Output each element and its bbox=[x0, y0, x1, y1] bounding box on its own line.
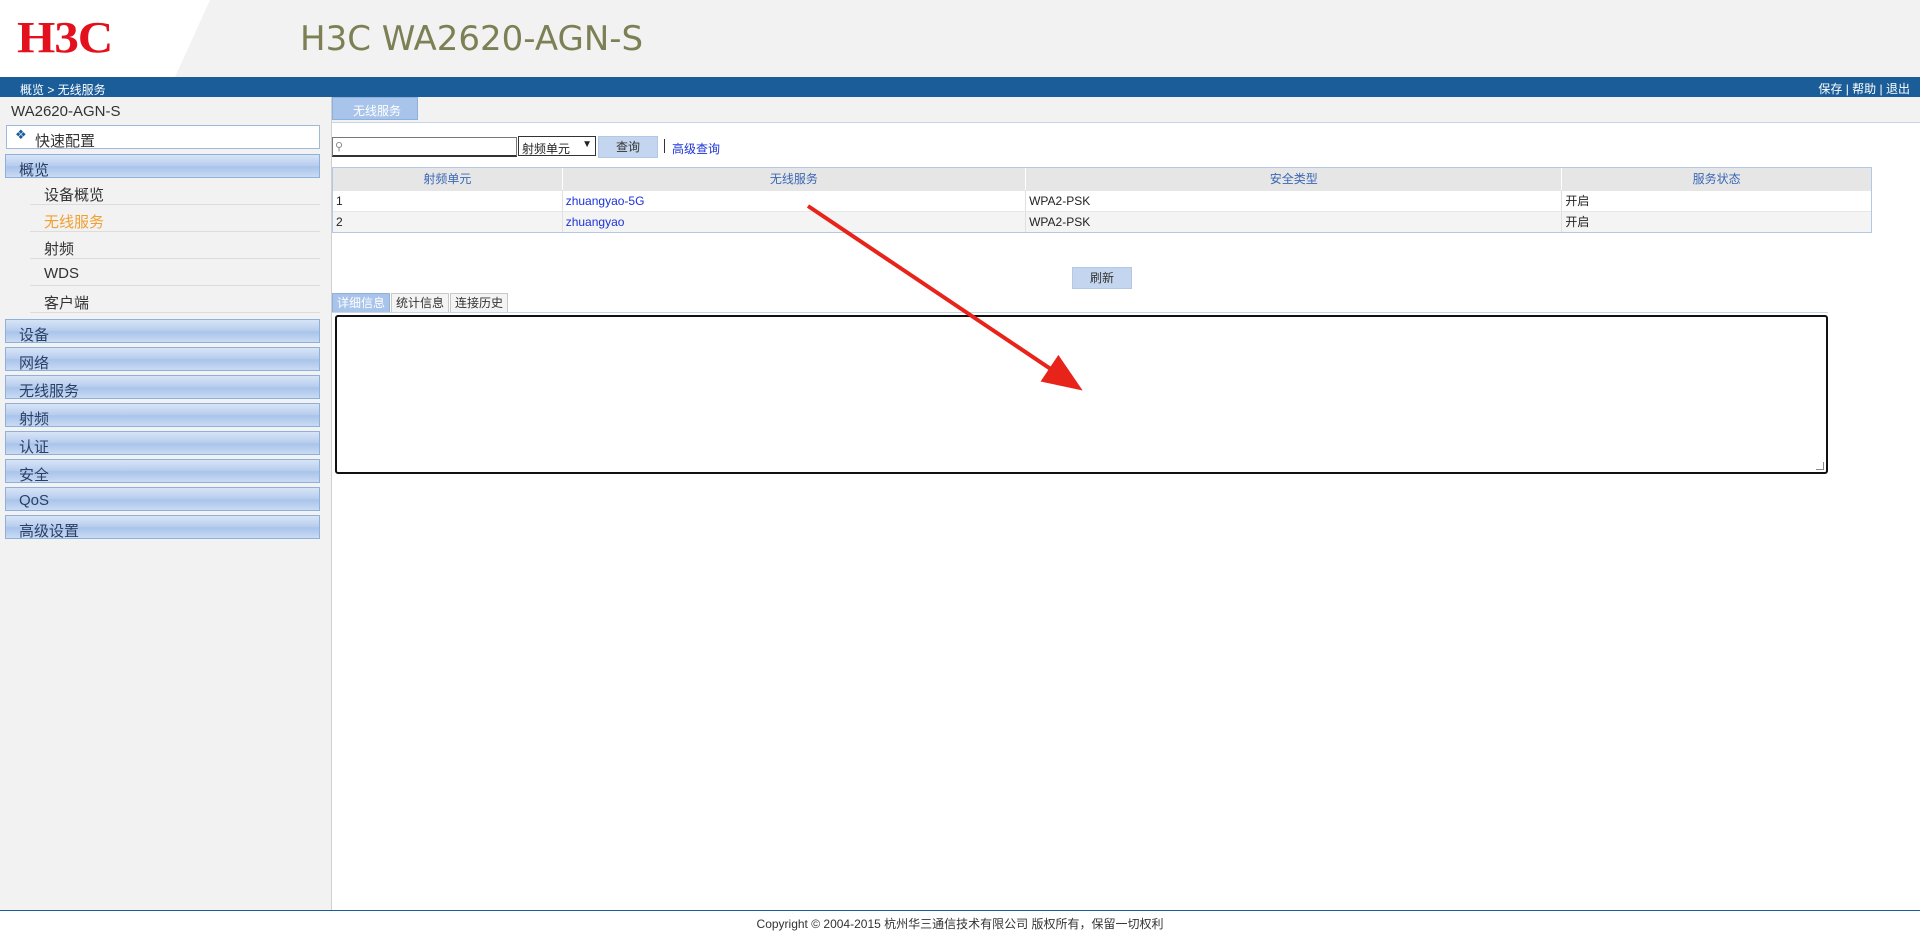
sidebar-section-device[interactable]: 设备 bbox=[5, 319, 320, 344]
search-input[interactable] bbox=[349, 139, 514, 155]
cell-status: 开启 bbox=[1565, 194, 1590, 208]
sidebar-item-label: 无线服务 bbox=[44, 214, 105, 231]
sidebar-section-label: 射频 bbox=[19, 411, 50, 428]
wireless-service-table: 射频单元 无线服务 安全类型 服务状态 1 zhuangyao-5G WPA2-… bbox=[332, 167, 1872, 233]
resize-grip-icon[interactable] bbox=[1816, 462, 1824, 470]
cell-status: 开启 bbox=[1565, 215, 1590, 229]
divider bbox=[332, 312, 1828, 313]
sidebar-item-label: 客户端 bbox=[44, 295, 90, 312]
sidebar-section-network[interactable]: 网络 bbox=[5, 347, 320, 372]
advanced-query-link[interactable]: 高级查询 bbox=[672, 140, 720, 157]
sidebar-section-advanced[interactable]: 高级设置 bbox=[5, 515, 320, 540]
table-row[interactable]: 2 zhuangyao WPA2-PSK 开启 bbox=[333, 211, 1871, 232]
diamond-icon: ❖ bbox=[15, 127, 27, 142]
cell-ssid-link[interactable]: zhuangyao bbox=[563, 212, 1027, 232]
tab-statistics[interactable]: 统计信息 bbox=[391, 293, 450, 313]
table-header: 射频单元 无线服务 安全类型 服务状态 bbox=[333, 168, 1871, 190]
logout-link[interactable]: 退出 bbox=[1886, 82, 1910, 96]
column-header-ssid[interactable]: 无线服务 bbox=[563, 168, 1027, 190]
tab-connection-history[interactable]: 连接历史 bbox=[450, 293, 509, 313]
quick-config-button[interactable]: ❖ 快速配置 bbox=[6, 125, 320, 150]
sidebar-item-label: 射频 bbox=[44, 241, 75, 258]
sidebar-section-label: 概览 bbox=[19, 162, 50, 179]
cell-radio: 2 bbox=[333, 212, 563, 232]
query-button[interactable]: 查询 bbox=[598, 136, 658, 158]
cell-radio: 1 bbox=[333, 191, 563, 211]
tab-strip: 无线服务 bbox=[332, 97, 1920, 123]
column-header-security[interactable]: 安全类型 bbox=[1026, 168, 1563, 190]
sidebar-item-wds[interactable]: WDS bbox=[30, 260, 320, 286]
sidebar-section-label: 设备 bbox=[19, 327, 50, 344]
link-separator: | bbox=[1879, 82, 1883, 96]
header: H3C H3C WA2620-AGN-S bbox=[0, 0, 1920, 77]
sidebar-item-wireless-service[interactable]: 无线服务 bbox=[30, 206, 320, 232]
page: H3C H3C WA2620-AGN-S 概览 > 无线服务 保存 | 帮助 |… bbox=[0, 0, 1920, 937]
breadcrumb: 概览 > 无线服务 bbox=[20, 83, 106, 97]
detail-tabs: 详细信息 统计信息 连接历史 bbox=[332, 293, 509, 313]
sidebar-section-qos[interactable]: QoS bbox=[5, 487, 320, 511]
tab-wireless-service[interactable]: 无线服务 bbox=[332, 97, 418, 120]
cell-security: WPA2-PSK bbox=[1026, 212, 1563, 232]
sidebar-section-label: QoS bbox=[19, 492, 50, 509]
field-select[interactable]: 射频单元 ▼ bbox=[518, 136, 596, 156]
sidebar: WA2620-AGN-S ❖ 快速配置 概览 设备概览 无线服务 射频 WDS … bbox=[0, 97, 332, 910]
table-row[interactable]: 1 zhuangyao-5G WPA2-PSK 开启 bbox=[333, 190, 1871, 211]
chevron-down-icon: ▼ bbox=[582, 139, 592, 150]
sidebar-item-label: WDS bbox=[44, 265, 79, 282]
top-nav-bar: 概览 > 无线服务 保存 | 帮助 | 退出 bbox=[0, 77, 1920, 97]
footer: Copyright © 2004-2015 杭州华三通信技术有限公司 版权所有，… bbox=[0, 910, 1920, 937]
link-separator: | bbox=[1845, 82, 1849, 96]
cell-ssid-link[interactable]: zhuangyao-5G bbox=[563, 191, 1027, 211]
sidebar-section-label: 高级设置 bbox=[19, 523, 80, 540]
column-header-status[interactable]: 服务状态 bbox=[1562, 168, 1871, 190]
field-select-value: 射频单元 bbox=[522, 142, 571, 156]
sidebar-section-radio[interactable]: 射频 bbox=[5, 403, 320, 428]
sidebar-section-label: 网络 bbox=[19, 355, 50, 372]
sidebar-item-device-overview[interactable]: 设备概览 bbox=[30, 179, 320, 205]
sidebar-item-clients[interactable]: 客户端 bbox=[30, 287, 320, 313]
logo-area: H3C bbox=[0, 0, 210, 77]
product-title: H3C WA2620-AGN-S bbox=[300, 19, 644, 59]
cell-security: WPA2-PSK bbox=[1026, 191, 1563, 211]
search-box: ⚲ bbox=[332, 137, 517, 157]
tab-details[interactable]: 详细信息 bbox=[332, 293, 391, 313]
refresh-button[interactable]: 刷新 bbox=[1072, 267, 1132, 289]
main-content: 无线服务 ⚲ 射频单元 ▼ 查询 高级查询 射频单元 无线服务 安全类型 服务状… bbox=[332, 97, 1920, 910]
sidebar-section-overview[interactable]: 概览 bbox=[5, 154, 320, 179]
tab-label: 无线服务 bbox=[353, 104, 402, 118]
sidebar-section-label: 安全 bbox=[19, 467, 50, 484]
magnifier-icon: ⚲ bbox=[335, 141, 344, 153]
quick-config-label: 快速配置 bbox=[35, 133, 96, 150]
h3c-logo: H3C bbox=[17, 13, 113, 62]
sidebar-item-label: 设备概览 bbox=[44, 187, 105, 204]
save-link[interactable]: 保存 bbox=[1818, 82, 1842, 96]
detail-textarea[interactable] bbox=[335, 315, 1828, 474]
sidebar-section-security[interactable]: 安全 bbox=[5, 459, 320, 484]
sidebar-section-wireless-service[interactable]: 无线服务 bbox=[5, 375, 320, 400]
sidebar-item-radio[interactable]: 射频 bbox=[30, 233, 320, 259]
divider bbox=[664, 139, 665, 153]
sidebar-section-label: 认证 bbox=[19, 439, 50, 456]
column-header-radio[interactable]: 射频单元 bbox=[333, 168, 563, 190]
device-name: WA2620-AGN-S bbox=[11, 103, 121, 120]
sidebar-section-auth[interactable]: 认证 bbox=[5, 431, 320, 456]
top-links: 保存 | 帮助 | 退出 bbox=[1818, 80, 1910, 97]
sidebar-section-label: 无线服务 bbox=[19, 383, 80, 400]
help-link[interactable]: 帮助 bbox=[1852, 82, 1876, 96]
